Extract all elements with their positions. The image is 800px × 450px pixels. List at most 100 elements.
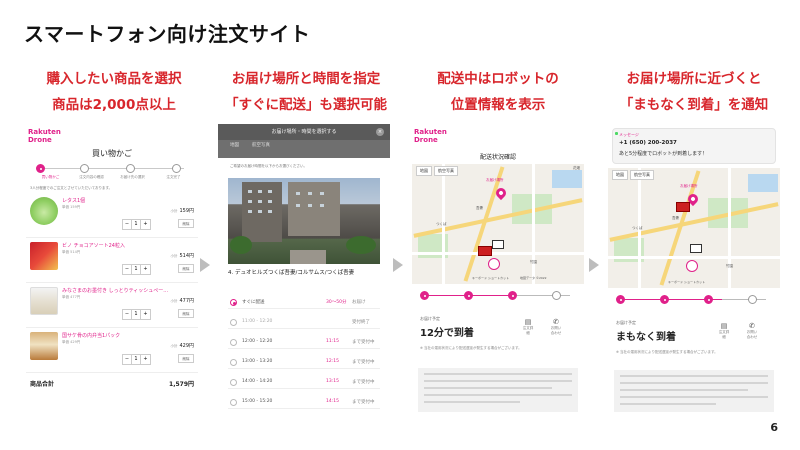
plus-button[interactable]: + xyxy=(141,265,150,274)
delivery-map[interactable]: 地図 航空写真 お届け場所 吾妻 つくば 竹園 キーボード ショートカット xyxy=(608,168,780,288)
step-dot xyxy=(616,295,625,304)
notification-app-name: メッセージ xyxy=(619,132,639,137)
caption-2-line1: お届け場所と時間を指定 xyxy=(231,71,381,87)
radio-icon[interactable] xyxy=(230,359,237,366)
radio-icon[interactable] xyxy=(230,379,237,386)
delete-button[interactable]: 削除 xyxy=(178,264,194,273)
item-price: 小計 477円 xyxy=(170,298,194,304)
minus-button[interactable]: − xyxy=(123,265,132,274)
radio-icon[interactable] xyxy=(230,399,237,406)
step-dot xyxy=(552,291,561,300)
step-dot xyxy=(80,164,89,173)
radio-selected-icon[interactable] xyxy=(230,299,237,306)
notification-message: あと5分程度でロボットが到着します！ xyxy=(619,151,708,157)
cart-item: ビノ チョコアソート24粒入 単価 514円 小計 514円 − 1 + 削除 xyxy=(26,238,198,283)
order-details-icon[interactable]: ▤ 注文詳細 xyxy=(718,322,730,340)
step-dot xyxy=(748,295,757,304)
rakuten-drone-logo: Rakuten Drone xyxy=(414,128,447,144)
contact-phone-icon[interactable]: ✆ お問い合わせ xyxy=(550,318,562,336)
robot-vehicle-icon xyxy=(492,240,504,249)
time-slot-option[interactable]: 15:00 - 15:20 14:15 まで受付中 xyxy=(228,396,380,409)
order-details-icon[interactable]: ▤ 注文詳細 xyxy=(522,318,534,336)
caption-3-line2: 位置情報を表示 xyxy=(450,97,546,113)
delay-note: ※ 当社の運用状況により配送遅延が発生する場合がございます。 xyxy=(616,350,718,354)
time-hint: ご希望のお届け時間を以下からお選びください。 xyxy=(230,164,307,168)
tissue-box-image xyxy=(30,287,58,315)
eta-value: 12分で到着 xyxy=(420,328,474,339)
time-slot-option[interactable]: 14:00 - 14:20 13:15 まで受付中 xyxy=(228,376,380,389)
step-dot xyxy=(172,164,181,173)
contact-phone-icon[interactable]: ✆ お問い合わせ xyxy=(746,322,758,340)
radio-icon[interactable] xyxy=(230,319,237,326)
quantity-stepper: − 1 + xyxy=(122,264,151,275)
map-tab[interactable]: 地図 xyxy=(416,166,432,176)
messages-app-icon xyxy=(615,132,618,135)
delay-note: ※ 当社の運用状況により配送遅延が発生する場合がございます。 xyxy=(420,346,522,350)
minus-button[interactable]: − xyxy=(123,220,132,229)
caption-1-line1: 購入したい商品を選択 xyxy=(46,71,182,87)
order-total: 商品合計 1,579円 xyxy=(26,373,198,394)
item-name[interactable]: 国サケ骨の内弁当1パック xyxy=(62,332,120,339)
aerial-tab[interactable]: 航空写真 xyxy=(630,170,654,180)
quantity-value: 1 xyxy=(132,310,141,319)
delete-button[interactable]: 削除 xyxy=(178,354,194,363)
eta-label: お届け予定 xyxy=(420,316,440,321)
delivery-map[interactable]: 地図 航空写真 花畑 お届け場所 吾妻 つくば 竹園 キーボード ショートカット… xyxy=(412,164,584,284)
tab-aerial[interactable]: 航空写真 xyxy=(252,142,270,148)
cart-item: みなさまのお墨付き しっとりティッシュペー... 単価 477円 小計 477円 … xyxy=(26,283,198,328)
delete-button[interactable]: 削除 xyxy=(178,309,194,318)
quantity-stepper: − 1 + xyxy=(122,354,151,365)
tab-map[interactable]: 地図 xyxy=(230,142,239,148)
robot-vehicle-icon xyxy=(690,244,702,253)
item-unit-price: 単価 477円 xyxy=(62,295,81,299)
notes-box xyxy=(614,370,774,412)
delivery-status-screen: Rakuten Drone 配送状況確認 地図 航空写真 花畑 お届け場所 吾妻… xyxy=(412,124,584,412)
caption-3: 配送中はロボットの 位置情報を表示 xyxy=(408,66,588,118)
minus-button[interactable]: − xyxy=(123,310,132,319)
step-dot xyxy=(704,295,713,304)
page-title: 配送状況確認 xyxy=(479,154,516,161)
item-name[interactable]: レタス1個 xyxy=(62,197,85,204)
time-slot-option[interactable]: すぐに配送 30～50分 お届け xyxy=(228,296,380,309)
time-slot-option[interactable]: 11:00 - 12:20 受付終了 xyxy=(228,316,380,329)
place-name: 4. デュオヒルズつくば吾妻/コルサムス/つくば吾妻 xyxy=(228,270,355,276)
map-tab[interactable]: 地図 xyxy=(612,170,628,180)
notes-box xyxy=(418,368,578,412)
item-name[interactable]: みなさまのお墨付き しっとりティッシュペー... xyxy=(62,287,168,294)
step-labels: 買い物かご 注文内容の確認 お届け先の選択 注文完了 xyxy=(41,175,181,179)
page-title: 買い物かご xyxy=(92,149,132,158)
plus-button[interactable]: + xyxy=(141,310,150,319)
close-button[interactable]: × xyxy=(376,128,384,136)
eta-value: まもなく到着 xyxy=(616,332,676,343)
quantity-value: 1 xyxy=(132,265,141,274)
cart-item: 国サケ骨の内弁当1パック 単価 429円 小計 429円 − 1 + 削除 xyxy=(26,328,198,373)
aerial-tab[interactable]: 航空写真 xyxy=(434,166,458,176)
time-slot-option[interactable]: 13:00 - 13:20 12:15 まで受付中 xyxy=(228,356,380,369)
radio-icon[interactable] xyxy=(230,339,237,346)
step-dot xyxy=(508,291,517,300)
robot-location-icon xyxy=(478,246,492,256)
building-photo xyxy=(228,178,380,264)
delete-button[interactable]: 削除 xyxy=(178,219,194,228)
next-arrow-icon xyxy=(393,258,403,272)
step-dot xyxy=(126,164,135,173)
caption-4-line2: 「まもなく到着」を通知 xyxy=(619,97,769,113)
plus-button[interactable]: + xyxy=(141,355,150,364)
time-slot-option[interactable]: 12:00 - 12:20 11:15 まで受付中 xyxy=(228,336,380,349)
step-dot xyxy=(36,164,45,173)
item-unit-price: 単価 514円 xyxy=(62,250,81,254)
minus-button[interactable]: − xyxy=(123,355,132,364)
notification-sender: +1 (650) 200-2037 xyxy=(619,140,677,146)
quantity-stepper: − 1 + xyxy=(122,309,151,320)
delivery-progress xyxy=(608,292,780,312)
caption-1-line2: 商品は2,000点以上 xyxy=(52,97,176,113)
push-notification[interactable]: メッセージ +1 (650) 200-2037 あと5分程度でロボットが到着しま… xyxy=(612,128,776,164)
item-name[interactable]: ビノ チョコアソート24粒入 xyxy=(62,242,125,249)
order-notice: 3人分程度でのご注文とさせていただいております。 xyxy=(30,186,113,190)
item-unit-price: 単価 429円 xyxy=(62,340,81,344)
item-price: 小計 429円 xyxy=(170,343,194,349)
robot-location-icon xyxy=(676,202,690,212)
progress-steps xyxy=(34,163,190,175)
plus-button[interactable]: + xyxy=(141,220,150,229)
caption-2-line2: 「すぐに配送」も選択可能 xyxy=(225,97,387,113)
